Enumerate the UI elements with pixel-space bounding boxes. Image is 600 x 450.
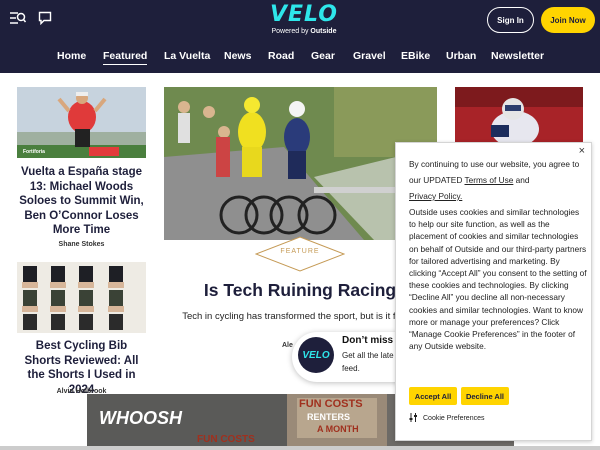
newsletter-title: Don’t miss n [342,335,403,346]
bottom-strip [0,446,600,450]
accept-all-button[interactable]: Accept All [409,387,457,405]
story-image-woods[interactable]: Fortiforia [17,87,146,158]
site-header: VELO Powered by Outside Sign In Join Now… [0,0,600,73]
nav-item-road[interactable]: Road [268,50,294,62]
nav-item-news[interactable]: News [224,50,251,62]
story-author-woods[interactable]: Shane Stokes [17,241,146,248]
nav-item-urban[interactable]: Urban [446,50,476,62]
join-now-button[interactable]: Join Now [541,7,595,33]
header-icons [10,11,52,25]
nav-item-ebike[interactable]: EBike [401,50,430,62]
site-logo[interactable]: VELO Powered by Outside [264,3,344,37]
nav-item-newsletter[interactable]: Newsletter [491,50,544,62]
nav-item-gravel[interactable]: Gravel [353,50,386,62]
privacy-policy-link[interactable]: Privacy Policy. [409,191,462,201]
sliders-icon [409,413,418,424]
story-image-bib-shorts[interactable] [17,262,146,333]
logo-sub-prefix: Powered by [271,28,309,35]
logo-sub-brand: Outside [310,28,337,35]
newsletter-logo: VELO [298,337,334,373]
cookie-consent-text: By continuing to use our website, you ag… [409,156,587,204]
decline-all-button[interactable]: Decline All [461,387,509,405]
cookie-consent-and: and [515,175,530,185]
newsletter-popup[interactable]: VELO Don’t miss n Get all the late feed. [292,332,412,382]
ad-headline-2: FUN COSTS [197,434,255,445]
cookie-preferences-link[interactable]: Cookie Preferences [409,413,484,424]
ad-sub: RENTERS [307,412,351,422]
nav-item-home[interactable]: Home [57,50,86,62]
sign-in-button[interactable]: Sign In [487,7,534,33]
menu-search-icon[interactable] [10,11,26,25]
chat-icon[interactable] [38,11,52,25]
nav-item-featured[interactable]: Featured [103,50,148,65]
ad-headline-1: FUN COSTS [299,398,363,410]
nav-item-gear[interactable]: Gear [311,50,335,62]
nav-item-la-vuelta[interactable]: La Vuelta [164,50,210,62]
feature-badge: FEATURE [280,248,320,255]
story-title-woods[interactable]: Vuelta a España stage 13: Michael Woods … [17,165,146,238]
logo-word: VELO [270,2,338,27]
ad-sub-2: A MONTH [317,424,359,434]
cookie-preferences-label: Cookie Preferences [423,415,485,422]
feature-author[interactable]: Ale [282,342,293,349]
main-nav: Home Featured La Vuelta News Road Gear G… [0,47,600,67]
logo-subtitle: Powered by Outside [264,27,344,37]
ad-brand: WHOOSH [99,408,182,428]
cookie-dialog: × By continuing to use our website, you … [395,142,592,441]
terms-of-use-link[interactable]: Terms of Use [464,175,513,185]
cookie-details-text: Outside uses cookies and similar technol… [409,207,587,352]
story-image-hockey[interactable] [455,87,583,142]
image-caption: Fortiforia [23,149,45,155]
